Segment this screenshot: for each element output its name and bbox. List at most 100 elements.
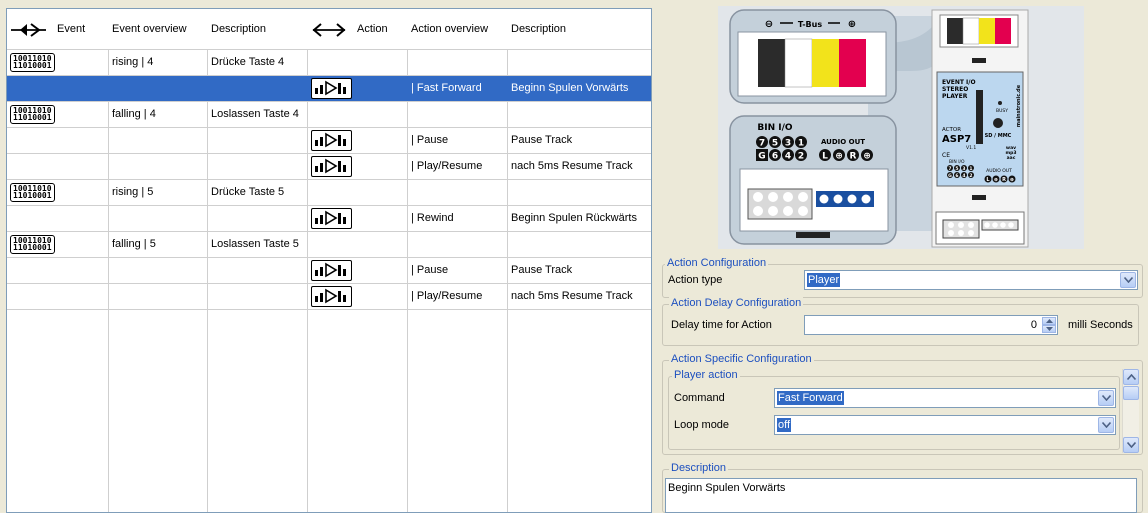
action-description-cell[interactable]: nach 5ms Resume Track <box>507 284 651 309</box>
event-icon-cell[interactable]: 10011010 11010001 <box>7 232 107 257</box>
module-ce-mark: CE <box>942 152 950 159</box>
event-icon-cell[interactable] <box>7 284 107 309</box>
action-description-cell[interactable]: nach 5ms Resume Track <box>507 154 651 179</box>
event-overview-cell[interactable]: rising | 5 <box>108 180 207 205</box>
action-icon-cell[interactable] <box>307 76 406 101</box>
event-overview-cell[interactable] <box>108 76 207 101</box>
header-action-description[interactable]: Description <box>507 9 566 50</box>
event-row[interactable]: 10011010 11010001 falling | 5 Loslassen Tas… <box>7 232 651 258</box>
binary-event-icon: 10011010 11010001 <box>10 183 55 202</box>
action-description-cell[interactable] <box>507 102 651 127</box>
bin-io-pin: 6 <box>772 152 778 162</box>
action-icon-cell[interactable] <box>307 284 406 309</box>
loop-mode-select[interactable]: off <box>774 415 1116 435</box>
event-overview-cell[interactable] <box>108 206 207 231</box>
action-type-select[interactable]: Player <box>804 270 1138 290</box>
event-action-table[interactable]: Event Event overview Description Action … <box>6 8 652 513</box>
event-row[interactable]: 10011010 11010001 falling | 4 Loslassen Tas… <box>7 102 651 128</box>
action-icon-cell[interactable] <box>307 154 406 179</box>
command-dropdown-button[interactable] <box>1098 390 1114 406</box>
event-icon-cell[interactable] <box>7 154 107 179</box>
action-description-cell[interactable] <box>507 50 651 75</box>
action-icon-cell[interactable] <box>307 206 406 231</box>
action-overview-cell[interactable]: | Play/Resume <box>407 154 506 179</box>
action-type-dropdown-button[interactable] <box>1120 272 1136 288</box>
specific-config-scrollbar[interactable] <box>1122 369 1139 453</box>
tbus-minus-symbol: ⊖ <box>765 19 773 30</box>
header-event[interactable]: Event <box>7 9 107 50</box>
event-description-cell[interactable]: Loslassen Taste 4 <box>207 102 306 127</box>
event-overview-cell[interactable] <box>108 154 207 179</box>
spin-up-button[interactable] <box>1042 317 1056 325</box>
action-description-cell[interactable] <box>507 180 651 205</box>
event-description-cell[interactable] <box>207 76 306 101</box>
action-row[interactable]: | Pause Pause Track <box>7 128 651 154</box>
action-overview-cell[interactable] <box>407 180 506 205</box>
event-overview-cell[interactable]: falling | 4 <box>108 102 207 127</box>
action-description-cell[interactable] <box>507 232 651 257</box>
event-icon-cell[interactable]: 10011010 11010001 <box>7 102 107 127</box>
event-description-cell[interactable] <box>207 128 306 153</box>
event-icon-cell[interactable] <box>7 206 107 231</box>
event-icon-cell[interactable]: 10011010 11010001 <box>7 50 107 75</box>
action-row[interactable]: | Play/Resume nach 5ms Resume Track <box>7 154 651 180</box>
header-event-overview[interactable]: Event overview <box>108 9 187 50</box>
event-description-cell[interactable]: Drücke Taste 4 <box>207 50 306 75</box>
action-icon-cell[interactable] <box>307 50 406 75</box>
event-overview-cell[interactable]: rising | 4 <box>108 50 207 75</box>
action-overview-cell[interactable]: | Rewind <box>407 206 506 231</box>
spin-down-button[interactable] <box>1042 325 1056 333</box>
header-action[interactable]: Action <box>307 9 407 50</box>
binary-event-icon-line: 11010001 <box>13 243 52 252</box>
action-description-cell[interactable]: Pause Track <box>507 128 651 153</box>
scroll-up-button[interactable] <box>1123 369 1139 385</box>
event-icon-cell[interactable] <box>7 258 107 283</box>
device-diagram: ⊖ T-Bus ⊕ BIN I/O AUDIO OUT 7531 G642 L ⊕… <box>729 9 1029 248</box>
event-description-cell[interactable]: Drücke Taste 5 <box>207 180 306 205</box>
header-event-description[interactable]: Description <box>207 9 266 50</box>
scroll-down-button[interactable] <box>1123 437 1139 453</box>
event-icon-cell[interactable] <box>7 128 107 153</box>
action-row[interactable]: | Fast Forward Beginn Spulen Vorwärts <box>7 76 651 102</box>
action-description-cell[interactable]: Beginn Spulen Vorwärts <box>507 76 651 101</box>
action-icon-cell[interactable] <box>307 128 406 153</box>
event-overview-cell[interactable]: falling | 5 <box>108 232 207 257</box>
command-select[interactable]: Fast Forward <box>774 388 1116 408</box>
event-description-cell[interactable]: Loslassen Taste 5 <box>207 232 306 257</box>
action-overview-cell[interactable]: | Pause <box>407 128 506 153</box>
action-overview-cell[interactable]: | Play/Resume <box>407 284 506 309</box>
action-icon-cell[interactable] <box>307 180 406 205</box>
event-row[interactable]: 10011010 11010001 rising | 4 Drücke Taste 4 <box>7 50 651 76</box>
action-icon-cell[interactable] <box>307 258 406 283</box>
action-overview-cell[interactable] <box>407 102 506 127</box>
module-brand-label: mainstronic.de <box>1016 84 1022 127</box>
event-overview-cell[interactable] <box>108 258 207 283</box>
event-description-cell[interactable] <box>207 258 306 283</box>
event-description-cell[interactable] <box>207 154 306 179</box>
specific-configuration-title: Action Specific Configuration <box>669 353 814 365</box>
event-overview-cell[interactable] <box>108 284 207 309</box>
action-overview-cell[interactable]: | Fast Forward <box>407 76 506 101</box>
event-description-cell[interactable] <box>207 206 306 231</box>
action-overview-cell[interactable] <box>407 232 506 257</box>
action-row[interactable]: | Play/Resume nach 5ms Resume Track <box>7 284 651 310</box>
event-row[interactable]: 10011010 11010001 rising | 5 Drücke Taste 5 <box>7 180 651 206</box>
event-overview-cell[interactable] <box>108 128 207 153</box>
action-overview-cell[interactable]: | Pause <box>407 258 506 283</box>
action-row[interactable]: | Rewind Beginn Spulen Rückwärts <box>7 206 651 232</box>
action-description-cell[interactable]: Beginn Spulen Rückwärts <box>507 206 651 231</box>
action-description-cell[interactable]: Pause Track <box>507 258 651 283</box>
action-overview-cell[interactable] <box>407 50 506 75</box>
loop-mode-dropdown-button[interactable] <box>1098 417 1114 433</box>
action-row[interactable]: | Pause Pause Track <box>7 258 651 284</box>
event-description-cell[interactable] <box>207 284 306 309</box>
description-textarea[interactable]: Beginn Spulen Vorwärts <box>665 478 1137 513</box>
action-icon-cell[interactable] <box>307 102 406 127</box>
event-icon-cell[interactable]: 10011010 11010001 <box>7 180 107 205</box>
event-icon-cell[interactable] <box>7 76 107 101</box>
action-icon-cell[interactable] <box>307 232 406 257</box>
table-header: Event Event overview Description Action … <box>7 9 651 50</box>
scroll-thumb[interactable] <box>1123 386 1139 400</box>
delay-time-spinner[interactable]: 0 <box>804 315 1058 335</box>
header-action-overview[interactable]: Action overview <box>407 9 488 50</box>
